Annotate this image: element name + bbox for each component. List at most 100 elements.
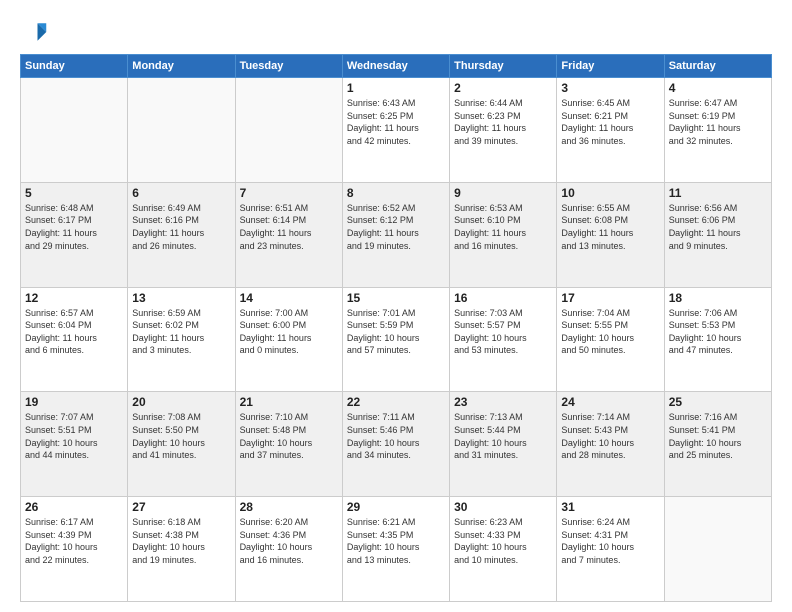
day-info: Sunrise: 6:52 AM Sunset: 6:12 PM Dayligh… bbox=[347, 202, 445, 252]
day-number: 26 bbox=[25, 500, 123, 514]
day-number: 9 bbox=[454, 186, 552, 200]
day-info: Sunrise: 6:49 AM Sunset: 6:16 PM Dayligh… bbox=[132, 202, 230, 252]
day-info: Sunrise: 6:53 AM Sunset: 6:10 PM Dayligh… bbox=[454, 202, 552, 252]
day-info: Sunrise: 6:57 AM Sunset: 6:04 PM Dayligh… bbox=[25, 307, 123, 357]
calendar-week-row: 26 Sunrise: 6:17 AM Sunset: 4:39 PM Dayli… bbox=[21, 497, 772, 602]
day-info: Sunrise: 6:51 AM Sunset: 6:14 PM Dayligh… bbox=[240, 202, 338, 252]
day-number: 1 bbox=[347, 81, 445, 95]
day-info: Sunrise: 7:01 AM Sunset: 5:59 PM Dayligh… bbox=[347, 307, 445, 357]
calendar-week-row: 5 Sunrise: 6:48 AM Sunset: 6:17 PM Daylig… bbox=[21, 182, 772, 287]
calendar-week-row: 1 Sunrise: 6:43 AM Sunset: 6:25 PM Daylig… bbox=[21, 78, 772, 183]
calendar-cell bbox=[664, 497, 771, 602]
calendar-cell: 7 Sunrise: 6:51 AM Sunset: 6:14 PM Daylig… bbox=[235, 182, 342, 287]
header bbox=[20, 18, 772, 46]
calendar-cell: 15 Sunrise: 7:01 AM Sunset: 5:59 PM Dayli… bbox=[342, 287, 449, 392]
day-info: Sunrise: 7:10 AM Sunset: 5:48 PM Dayligh… bbox=[240, 411, 338, 461]
day-number: 10 bbox=[561, 186, 659, 200]
calendar-cell bbox=[235, 78, 342, 183]
day-info: Sunrise: 7:08 AM Sunset: 5:50 PM Dayligh… bbox=[132, 411, 230, 461]
day-number: 16 bbox=[454, 291, 552, 305]
day-number: 15 bbox=[347, 291, 445, 305]
day-number: 14 bbox=[240, 291, 338, 305]
day-info: Sunrise: 7:13 AM Sunset: 5:44 PM Dayligh… bbox=[454, 411, 552, 461]
day-info: Sunrise: 7:11 AM Sunset: 5:46 PM Dayligh… bbox=[347, 411, 445, 461]
calendar-cell: 11Sunrise: 6:56 AM Sunset: 6:06 PM Dayli… bbox=[664, 182, 771, 287]
weekday-header-saturday: Saturday bbox=[664, 55, 771, 78]
day-number: 3 bbox=[561, 81, 659, 95]
calendar-cell: 24 Sunrise: 7:14 AM Sunset: 5:43 PM Dayli… bbox=[557, 392, 664, 497]
weekday-header-sunday: Sunday bbox=[21, 55, 128, 78]
calendar-week-row: 12Sunrise: 6:57 AM Sunset: 6:04 PM Dayli… bbox=[21, 287, 772, 392]
day-info: Sunrise: 6:21 AM Sunset: 4:35 PM Dayligh… bbox=[347, 516, 445, 566]
day-number: 13 bbox=[132, 291, 230, 305]
day-info: Sunrise: 6:20 AM Sunset: 4:36 PM Dayligh… bbox=[240, 516, 338, 566]
day-number: 19 bbox=[25, 395, 123, 409]
calendar-cell bbox=[128, 78, 235, 183]
day-info: Sunrise: 7:16 AM Sunset: 5:41 PM Dayligh… bbox=[669, 411, 767, 461]
day-info: Sunrise: 6:47 AM Sunset: 6:19 PM Dayligh… bbox=[669, 97, 767, 147]
day-number: 24 bbox=[561, 395, 659, 409]
weekday-header-row: SundayMondayTuesdayWednesdayThursdayFrid… bbox=[21, 55, 772, 78]
calendar-cell: 26 Sunrise: 6:17 AM Sunset: 4:39 PM Dayli… bbox=[21, 497, 128, 602]
day-number: 20 bbox=[132, 395, 230, 409]
calendar-cell: 19 Sunrise: 7:07 AM Sunset: 5:51 PM Dayli… bbox=[21, 392, 128, 497]
calendar-cell: 20 Sunrise: 7:08 AM Sunset: 5:50 PM Dayli… bbox=[128, 392, 235, 497]
calendar-cell: 14 Sunrise: 7:00 AM Sunset: 6:00 PM Dayli… bbox=[235, 287, 342, 392]
day-number: 4 bbox=[669, 81, 767, 95]
calendar-cell: 12Sunrise: 6:57 AM Sunset: 6:04 PM Dayli… bbox=[21, 287, 128, 392]
calendar-cell: 30 Sunrise: 6:23 AM Sunset: 4:33 PM Dayli… bbox=[450, 497, 557, 602]
calendar-table: SundayMondayTuesdayWednesdayThursdayFrid… bbox=[20, 54, 772, 602]
day-number: 31 bbox=[561, 500, 659, 514]
calendar-cell: 23 Sunrise: 7:13 AM Sunset: 5:44 PM Dayli… bbox=[450, 392, 557, 497]
day-number: 21 bbox=[240, 395, 338, 409]
day-number: 11 bbox=[669, 186, 767, 200]
calendar-cell bbox=[21, 78, 128, 183]
day-info: Sunrise: 7:07 AM Sunset: 5:51 PM Dayligh… bbox=[25, 411, 123, 461]
calendar-cell: 25Sunrise: 7:16 AM Sunset: 5:41 PM Dayli… bbox=[664, 392, 771, 497]
day-info: Sunrise: 7:03 AM Sunset: 5:57 PM Dayligh… bbox=[454, 307, 552, 357]
calendar-cell: 21 Sunrise: 7:10 AM Sunset: 5:48 PM Dayli… bbox=[235, 392, 342, 497]
calendar-cell: 27 Sunrise: 6:18 AM Sunset: 4:38 PM Dayli… bbox=[128, 497, 235, 602]
calendar-cell: 4 Sunrise: 6:47 AM Sunset: 6:19 PM Daylig… bbox=[664, 78, 771, 183]
day-number: 8 bbox=[347, 186, 445, 200]
calendar-cell: 22 Sunrise: 7:11 AM Sunset: 5:46 PM Dayli… bbox=[342, 392, 449, 497]
day-info: Sunrise: 7:04 AM Sunset: 5:55 PM Dayligh… bbox=[561, 307, 659, 357]
calendar-cell: 9 Sunrise: 6:53 AM Sunset: 6:10 PM Daylig… bbox=[450, 182, 557, 287]
calendar-week-row: 19 Sunrise: 7:07 AM Sunset: 5:51 PM Dayli… bbox=[21, 392, 772, 497]
day-number: 29 bbox=[347, 500, 445, 514]
day-info: Sunrise: 6:48 AM Sunset: 6:17 PM Dayligh… bbox=[25, 202, 123, 252]
calendar-cell: 3Sunrise: 6:45 AM Sunset: 6:21 PM Daylig… bbox=[557, 78, 664, 183]
day-info: Sunrise: 7:06 AM Sunset: 5:53 PM Dayligh… bbox=[669, 307, 767, 357]
day-info: Sunrise: 6:24 AM Sunset: 4:31 PM Dayligh… bbox=[561, 516, 659, 566]
calendar-cell: 17Sunrise: 7:04 AM Sunset: 5:55 PM Dayli… bbox=[557, 287, 664, 392]
calendar-cell: 28 Sunrise: 6:20 AM Sunset: 4:36 PM Dayli… bbox=[235, 497, 342, 602]
day-info: Sunrise: 6:55 AM Sunset: 6:08 PM Dayligh… bbox=[561, 202, 659, 252]
calendar-cell: 8 Sunrise: 6:52 AM Sunset: 6:12 PM Daylig… bbox=[342, 182, 449, 287]
calendar-cell: 31 Sunrise: 6:24 AM Sunset: 4:31 PM Dayli… bbox=[557, 497, 664, 602]
weekday-header-monday: Monday bbox=[128, 55, 235, 78]
day-number: 7 bbox=[240, 186, 338, 200]
day-info: Sunrise: 6:17 AM Sunset: 4:39 PM Dayligh… bbox=[25, 516, 123, 566]
calendar-cell: 13 Sunrise: 6:59 AM Sunset: 6:02 PM Dayli… bbox=[128, 287, 235, 392]
day-info: Sunrise: 6:23 AM Sunset: 4:33 PM Dayligh… bbox=[454, 516, 552, 566]
day-info: Sunrise: 7:14 AM Sunset: 5:43 PM Dayligh… bbox=[561, 411, 659, 461]
day-number: 28 bbox=[240, 500, 338, 514]
day-number: 18 bbox=[669, 291, 767, 305]
day-number: 2 bbox=[454, 81, 552, 95]
day-number: 23 bbox=[454, 395, 552, 409]
page: SundayMondayTuesdayWednesdayThursdayFrid… bbox=[0, 0, 792, 612]
day-info: Sunrise: 6:59 AM Sunset: 6:02 PM Dayligh… bbox=[132, 307, 230, 357]
calendar-cell: 6Sunrise: 6:49 AM Sunset: 6:16 PM Daylig… bbox=[128, 182, 235, 287]
weekday-header-wednesday: Wednesday bbox=[342, 55, 449, 78]
day-number: 27 bbox=[132, 500, 230, 514]
day-number: 30 bbox=[454, 500, 552, 514]
calendar-cell: 16 Sunrise: 7:03 AM Sunset: 5:57 PM Dayli… bbox=[450, 287, 557, 392]
day-info: Sunrise: 6:18 AM Sunset: 4:38 PM Dayligh… bbox=[132, 516, 230, 566]
calendar-cell: 29 Sunrise: 6:21 AM Sunset: 4:35 PM Dayli… bbox=[342, 497, 449, 602]
day-info: Sunrise: 6:43 AM Sunset: 6:25 PM Dayligh… bbox=[347, 97, 445, 147]
day-info: Sunrise: 7:00 AM Sunset: 6:00 PM Dayligh… bbox=[240, 307, 338, 357]
calendar-cell: 5 Sunrise: 6:48 AM Sunset: 6:17 PM Daylig… bbox=[21, 182, 128, 287]
day-number: 5 bbox=[25, 186, 123, 200]
weekday-header-tuesday: Tuesday bbox=[235, 55, 342, 78]
day-number: 22 bbox=[347, 395, 445, 409]
